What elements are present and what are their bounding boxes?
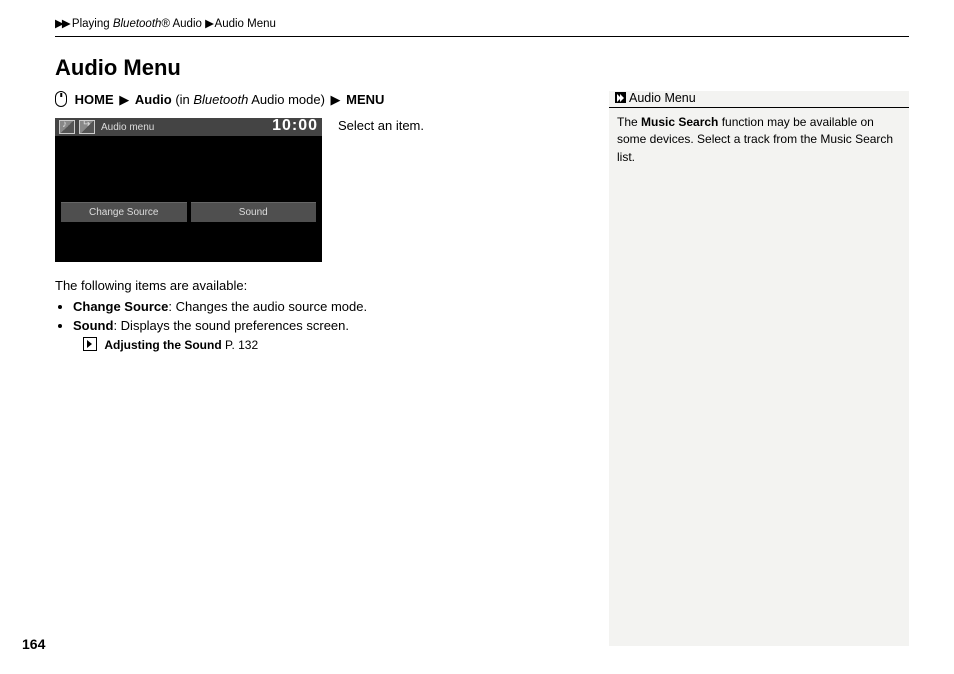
nav-menu: MENU — [346, 92, 384, 107]
breadcrumb: ▶▶ Playing Bluetooth® Audio ▶ Audio Menu — [55, 16, 909, 33]
list-item: Change Source: Changes the audio source … — [73, 299, 597, 314]
instruction-text: Select an item. — [338, 118, 424, 133]
breadcrumb-part1-after: Audio — [170, 18, 202, 30]
follow-intro: The following items are available: — [55, 278, 597, 293]
nav-home: HOME — [75, 92, 114, 107]
screen-top-label: Audio menu — [101, 122, 154, 133]
screen-button-sound: Sound — [191, 202, 317, 222]
back-arrow-icon — [79, 120, 95, 134]
item-sound-desc: : Displays the sound preferences screen. — [113, 318, 349, 333]
page-title: Audio Menu — [55, 55, 909, 81]
breadcrumb-underline — [55, 36, 909, 37]
sidebar-head-text: Audio Menu — [629, 91, 696, 105]
breadcrumb-part1-pre: Playing — [72, 18, 113, 30]
nav-mode-em: Bluetooth — [193, 92, 248, 107]
list-item: Sound: Displays the sound preferences sc… — [73, 318, 597, 333]
mouse-icon — [55, 91, 67, 107]
item-list: Change Source: Changes the audio source … — [55, 299, 597, 333]
breadcrumb-tm: ® — [161, 18, 169, 30]
music-note-icon — [59, 120, 75, 134]
page-number: 164 — [22, 636, 45, 652]
sidebar-body: The Music Search function may be availab… — [609, 108, 909, 172]
sidebar-body-bold: Music Search — [641, 115, 718, 129]
breadcrumb-part2: Audio Menu — [215, 18, 276, 30]
nav-mode-suf: Audio mode) — [248, 92, 328, 107]
sidebar-heading: Audio Menu — [609, 91, 909, 108]
item-change-source-desc: : Changes the audio source mode. — [168, 299, 367, 314]
xref-label: Adjusting the Sound — [104, 338, 221, 352]
screen-button-change-source: Change Source — [61, 202, 187, 222]
main-column: HOME ▶ Audio (in Bluetooth Audio mode) ▶… — [55, 91, 597, 646]
sidebar-arrow-icon — [615, 92, 626, 103]
sidebar-body-pre: The — [617, 115, 641, 129]
cross-reference: Adjusting the Sound P. 132 — [83, 337, 597, 352]
nav-audio: Audio — [135, 92, 172, 107]
device-screenshot: Audio menu 10:00 Change Source Sound — [55, 118, 322, 262]
breadcrumb-arrows: ▶▶ — [55, 18, 69, 30]
screen-topbar: Audio menu 10:00 — [55, 118, 322, 136]
nav-sep1: ▶ — [119, 92, 129, 108]
sidebar-column: Audio Menu The Music Search function may… — [609, 91, 909, 646]
breadcrumb-sep: ▶ — [205, 18, 212, 30]
nav-sep2: ▶ — [331, 92, 341, 108]
nav-line: HOME ▶ Audio (in Bluetooth Audio mode) ▶… — [55, 91, 597, 108]
xref-icon — [83, 337, 97, 351]
xref-page: P. 132 — [222, 338, 258, 352]
nav-mode-pre: (in — [172, 92, 194, 107]
screen-clock: 10:00 — [272, 117, 318, 135]
breadcrumb-part1-em: Bluetooth — [113, 18, 162, 30]
item-sound-label: Sound — [73, 318, 113, 333]
item-change-source-label: Change Source — [73, 299, 168, 314]
